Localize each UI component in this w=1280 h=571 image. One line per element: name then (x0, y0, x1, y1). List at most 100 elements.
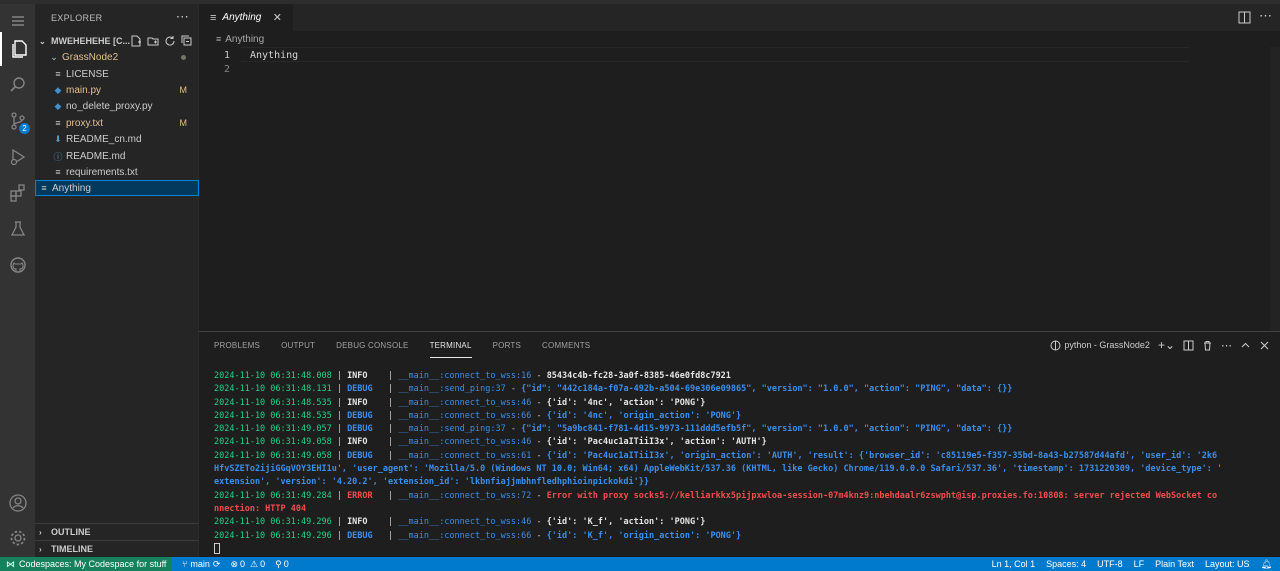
terminal-line: 2024-11-10 06:31:48.535 | INFO | __main_… (214, 397, 1259, 410)
new-terminal-icon[interactable]: +⌄ (1158, 338, 1175, 352)
log-timestamp: 2024-11-10 06:31:49.058 (214, 437, 332, 448)
maximize-panel-icon[interactable] (1240, 340, 1251, 351)
manage-activity[interactable] (0, 521, 35, 555)
explorer-header: EXPLORER ⋯ (35, 4, 199, 31)
tab-output[interactable]: OUTPUT (281, 340, 315, 358)
file-row-proxy-txt[interactable]: ≡ proxy.txt M (35, 115, 199, 131)
log-separator: | (388, 410, 399, 421)
log-message: {"id": "442c184a-f07a-492b-a504-69e306e0… (521, 384, 1013, 395)
terminal-line: 2024-11-10 06:31:49.058 | DEBUG | __main… (214, 450, 1259, 463)
terminal-line: 2024-11-10 06:31:49.058 | INFO | __main_… (214, 436, 1259, 449)
tab-anything[interactable]: ≡ Anything ✕ (199, 4, 293, 31)
terminal-line: HfvSZETo2ijiGGqVOY3EHI1u', 'user_agent':… (214, 463, 1259, 476)
keyboard-layout[interactable]: Layout: US (1205, 559, 1250, 569)
file-row-readme[interactable]: ⓘ README.md (35, 148, 199, 164)
ports-indicator[interactable]: ⚲ 0 (275, 559, 289, 570)
extensions-activity[interactable] (0, 176, 35, 210)
file-row-main-py[interactable]: ◆ main.py M (35, 82, 199, 98)
tab-debug-console[interactable]: DEBUG CONSOLE (336, 340, 408, 358)
flask-icon (10, 221, 25, 236)
tab-comments[interactable]: COMMENTS (542, 340, 590, 358)
remote-indicator[interactable]: ⋈ Codespaces: My Codespace for stuff (0, 557, 172, 571)
run-debug-icon (10, 148, 25, 166)
log-timestamp: 2024-11-10 06:31:49.058 (214, 450, 332, 461)
breadcrumb-item[interactable]: Anything (225, 34, 264, 45)
warning-count: 0 (260, 559, 266, 569)
file-label: LICENSE (66, 68, 109, 80)
terminal-line: 2024-11-10 06:31:49.284 | ERROR | __main… (214, 490, 1259, 503)
terminal-line: 2024-11-10 06:31:49.296 | DEBUG | __main… (214, 530, 1259, 543)
accounts-activity[interactable] (0, 486, 35, 520)
cursor-position[interactable]: Ln 1, Col 1 (992, 559, 1036, 569)
tab-ports[interactable]: PORTS (493, 340, 521, 358)
close-icon[interactable]: ✕ (273, 11, 282, 24)
log-source: __main__:send_ping:37 (398, 384, 506, 395)
testing-activity[interactable] (0, 212, 35, 246)
terminal-line: 2024-11-10 06:31:49.057 | DEBUG | __main… (214, 423, 1259, 436)
log-message: 85434c4b-fc28-3a0f-8385-46e0fd8c7921 (546, 371, 731, 381)
log-message: {'id': 'K_f', 'origin_action': 'PONG'} (546, 530, 742, 541)
notifications-icon[interactable]: 🔔︎ (1261, 559, 1272, 570)
warning-icon: ⚠ (250, 558, 259, 569)
log-separator: | (388, 437, 399, 448)
log-separator: - (531, 530, 547, 541)
log-timestamp: 2024-11-10 06:31:48.535 (214, 410, 332, 421)
folder-label: GrassNode2 (62, 51, 119, 63)
file-row-requirements[interactable]: ≡ requirements.txt (35, 164, 199, 180)
collapse-all-icon[interactable] (180, 34, 193, 47)
close-icon[interactable] (1259, 340, 1270, 351)
new-folder-icon[interactable] (146, 34, 159, 47)
vertical-scrollbar[interactable] (1270, 47, 1280, 331)
log-level: INFO (347, 397, 389, 408)
search-activity[interactable] (0, 68, 35, 102)
source-control-activity[interactable]: 2 (0, 104, 35, 138)
refresh-icon[interactable] (163, 34, 176, 47)
more-actions-icon[interactable]: ⋯ (1259, 8, 1272, 23)
workspace-root[interactable]: ⌄ MWEHEHEHE [C... (35, 32, 199, 50)
remote-icon: ⋈ (6, 558, 15, 569)
breadcrumb: ≡ Anything (199, 31, 1280, 47)
file-row-license[interactable]: ≡ LICENSE (35, 66, 199, 82)
split-terminal-icon[interactable] (1183, 340, 1194, 351)
tab-label: Anything (222, 12, 262, 23)
terminal-prompt[interactable] (214, 542, 1259, 556)
encoding[interactable]: UTF-8 (1097, 559, 1123, 569)
log-source: __main__:connect_to_wss:16 (398, 371, 532, 381)
split-editor-icon[interactable] (1238, 11, 1251, 24)
new-file-icon[interactable] (129, 34, 142, 47)
workspace-root-label: MWEHEHEHE [C... (51, 36, 131, 46)
github-activity[interactable] (0, 248, 35, 282)
python-icon: ◆ (54, 84, 62, 95)
menu-activity[interactable] (0, 4, 35, 38)
line-ending[interactable]: LF (1134, 559, 1145, 569)
terminal-line: extension', 'version': '4.20.2', 'extens… (214, 476, 1259, 489)
tab-problems[interactable]: PROBLEMS (214, 340, 260, 358)
outline-label: OUTLINE (51, 527, 91, 537)
log-message: nnection: HTTP 404 (214, 503, 307, 514)
language-mode[interactable]: Plain Text (1155, 559, 1194, 569)
log-separator: | (331, 437, 348, 448)
log-separator: | (331, 450, 348, 461)
branch-indicator[interactable]: ⑂ main ⟳ (182, 559, 220, 570)
folder-grassnode2[interactable]: ⌄ GrassNode2 (35, 49, 199, 65)
terminal-output[interactable]: 2024-11-10 06:31:48.008 | INFO | __main_… (214, 370, 1259, 556)
license-icon: ≡ (55, 69, 61, 79)
file-label: README.md (66, 150, 126, 162)
log-level: INFO (347, 437, 389, 448)
file-row-readme-cn[interactable]: ⬇ README_cn.md (35, 131, 199, 147)
log-source: __main__:connect_to_wss:66 (398, 410, 532, 421)
timeline-section[interactable]: › TIMELINE (35, 540, 199, 557)
tab-terminal[interactable]: TERMINAL (429, 340, 472, 358)
outline-section[interactable]: › OUTLINE (35, 523, 199, 540)
more-actions-icon[interactable]: ⋯ (176, 9, 189, 25)
file-row-anything[interactable]: ≡ Anything (35, 180, 199, 196)
problems-indicator[interactable]: ⊗ 0 ⚠ 0 (230, 559, 265, 570)
indentation[interactable]: Spaces: 4 (1046, 559, 1086, 569)
trash-icon[interactable] (1202, 340, 1213, 351)
run-debug-activity[interactable] (0, 140, 35, 174)
terminal-selector[interactable]: python - GrassNode2 (1050, 340, 1150, 351)
timeline-label: TIMELINE (51, 544, 93, 554)
code-editor[interactable]: 1 Anything 2 (199, 47, 1280, 331)
file-row-no-delete-proxy[interactable]: ◆ no_delete_proxy.py (35, 98, 199, 114)
more-actions-icon[interactable]: ⋯ (1221, 339, 1232, 352)
